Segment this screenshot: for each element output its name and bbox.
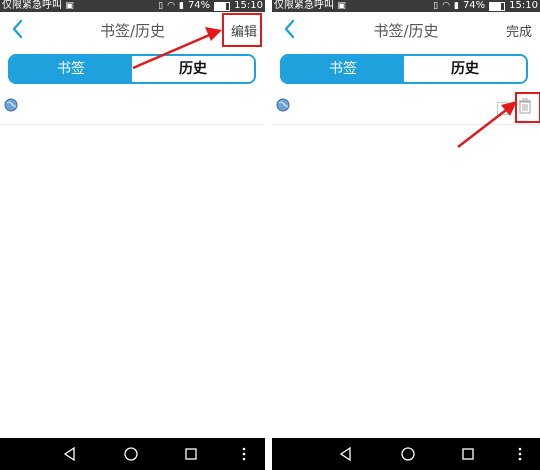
battery-fill	[215, 2, 226, 10]
status-right: ▯ ◠ ▮ 74% 15:10	[433, 0, 538, 12]
triangle-back-icon	[339, 446, 351, 462]
nav-home-button[interactable]	[123, 446, 139, 462]
status-carrier-text: 仅限紧急呼叫 ▣	[2, 0, 74, 12]
trash-icon[interactable]	[518, 98, 532, 114]
nav-menu-button[interactable]	[236, 446, 252, 462]
vibrate-icon: ▯	[158, 1, 164, 11]
status-bar: 仅限紧急呼叫 ▣ ▯ ◠ ▮ 74% 15:10	[0, 0, 265, 12]
vibrate-icon: ▯	[433, 1, 439, 11]
square-recent-icon	[185, 448, 197, 460]
sim-card-icon: ▮	[178, 1, 184, 11]
circle-home-icon	[401, 447, 415, 461]
header: 书签/历史 编辑	[0, 12, 265, 48]
edit-button[interactable]: 编辑	[231, 21, 257, 40]
status-carrier-text: 仅限紧急呼叫 ▣	[274, 0, 346, 12]
page-title: 书签/历史	[373, 22, 439, 40]
battery-icon	[489, 1, 506, 11]
header: 书签/历史 完成	[272, 12, 540, 48]
nav-home-button[interactable]	[400, 446, 416, 462]
page-title: 书签/历史	[99, 22, 166, 40]
wifi-icon: ◠	[167, 1, 175, 11]
done-button[interactable]: 完成	[506, 21, 532, 40]
bookmark-row[interactable]	[272, 92, 540, 125]
triangle-back-icon	[63, 446, 75, 462]
nav-back-button[interactable]	[62, 446, 78, 462]
status-emergency-text: 仅限紧急呼叫	[274, 0, 334, 11]
vertical-dots-icon	[518, 447, 522, 461]
tab-bookmarks[interactable]: 书签	[10, 56, 132, 82]
globe-icon	[276, 98, 290, 112]
status-emergency-text: 仅限紧急呼叫	[2, 0, 62, 11]
bookmark-row[interactable]	[0, 92, 265, 125]
navigation-bar	[272, 438, 540, 470]
battery-icon	[214, 1, 231, 11]
battery-percent: 74%	[462, 0, 486, 11]
circle-home-icon	[124, 447, 138, 461]
battery-percent: 74%	[187, 0, 211, 11]
square-recent-icon	[462, 448, 474, 460]
screen-divider	[265, 0, 272, 470]
vertical-dots-icon	[242, 447, 246, 461]
globe-icon	[4, 98, 18, 112]
right-screen: 仅限紧急呼叫 ▣ ▯ ◠ ▮ 74% 15:10 书签/历史 完成 书签 历史	[272, 0, 540, 470]
left-screen: 仅限紧急呼叫 ▣ ▯ ◠ ▮ 74% 15:10 书签/历史 编辑 书签 历史	[0, 0, 265, 470]
navigation-bar	[0, 438, 265, 470]
segmented-control: 书签 历史	[280, 54, 528, 84]
battery-fill	[490, 2, 501, 10]
nav-menu-button[interactable]	[512, 446, 528, 462]
status-right: ▯ ◠ ▮ 74% 15:10	[158, 0, 263, 12]
wifi-icon: ◠	[442, 1, 450, 11]
nav-back-button[interactable]	[338, 446, 354, 462]
status-time: 15:10	[509, 0, 538, 11]
segmented-control: 书签 历史	[8, 54, 256, 84]
status-bar: 仅限紧急呼叫 ▣ ▯ ◠ ▮ 74% 15:10	[272, 0, 540, 12]
sim-icon: ▣	[65, 1, 74, 11]
nav-recent-button[interactable]	[460, 446, 476, 462]
select-checkbox[interactable]	[497, 102, 508, 115]
tab-bookmarks[interactable]: 书签	[282, 56, 404, 82]
sim-icon: ▣	[337, 1, 346, 11]
nav-recent-button[interactable]	[183, 446, 199, 462]
sim-card-icon: ▮	[453, 1, 459, 11]
status-time: 15:10	[234, 0, 263, 11]
tab-history[interactable]: 历史	[132, 56, 254, 82]
tab-history[interactable]: 历史	[404, 56, 526, 82]
